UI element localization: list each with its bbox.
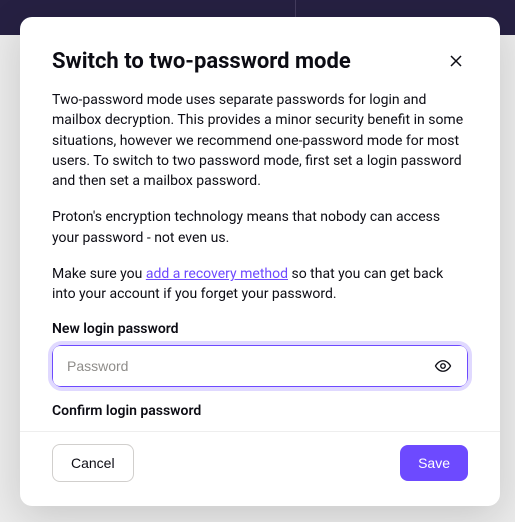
desc-pre-text: Make sure you: [52, 266, 146, 282]
new-password-input[interactable]: [52, 345, 468, 387]
close-icon: [448, 53, 464, 69]
close-button[interactable]: [444, 49, 468, 73]
confirm-password-group: Confirm login password: [52, 403, 468, 419]
cancel-button[interactable]: Cancel: [52, 444, 134, 482]
new-password-group: New login password: [52, 321, 468, 387]
description-main: Two-password mode uses separate password…: [52, 90, 468, 191]
confirm-password-label: Confirm login password: [52, 403, 468, 419]
new-password-wrapper: [52, 345, 468, 387]
modal-footer: Cancel Save: [20, 431, 500, 506]
eye-icon: [434, 357, 452, 375]
description-recovery: Make sure you add a recovery method so t…: [52, 264, 468, 305]
save-button[interactable]: Save: [400, 445, 468, 481]
add-recovery-link[interactable]: add a recovery method: [146, 266, 288, 282]
description-encryption: Proton's encryption technology means tha…: [52, 207, 468, 248]
modal-title: Switch to two-password mode: [52, 49, 351, 74]
reveal-password-button[interactable]: [430, 353, 456, 379]
modal-body: Two-password mode uses separate password…: [20, 90, 500, 431]
new-password-label: New login password: [52, 321, 468, 337]
two-password-modal: Switch to two-password mode Two-password…: [20, 17, 500, 506]
modal-header: Switch to two-password mode: [20, 17, 500, 90]
